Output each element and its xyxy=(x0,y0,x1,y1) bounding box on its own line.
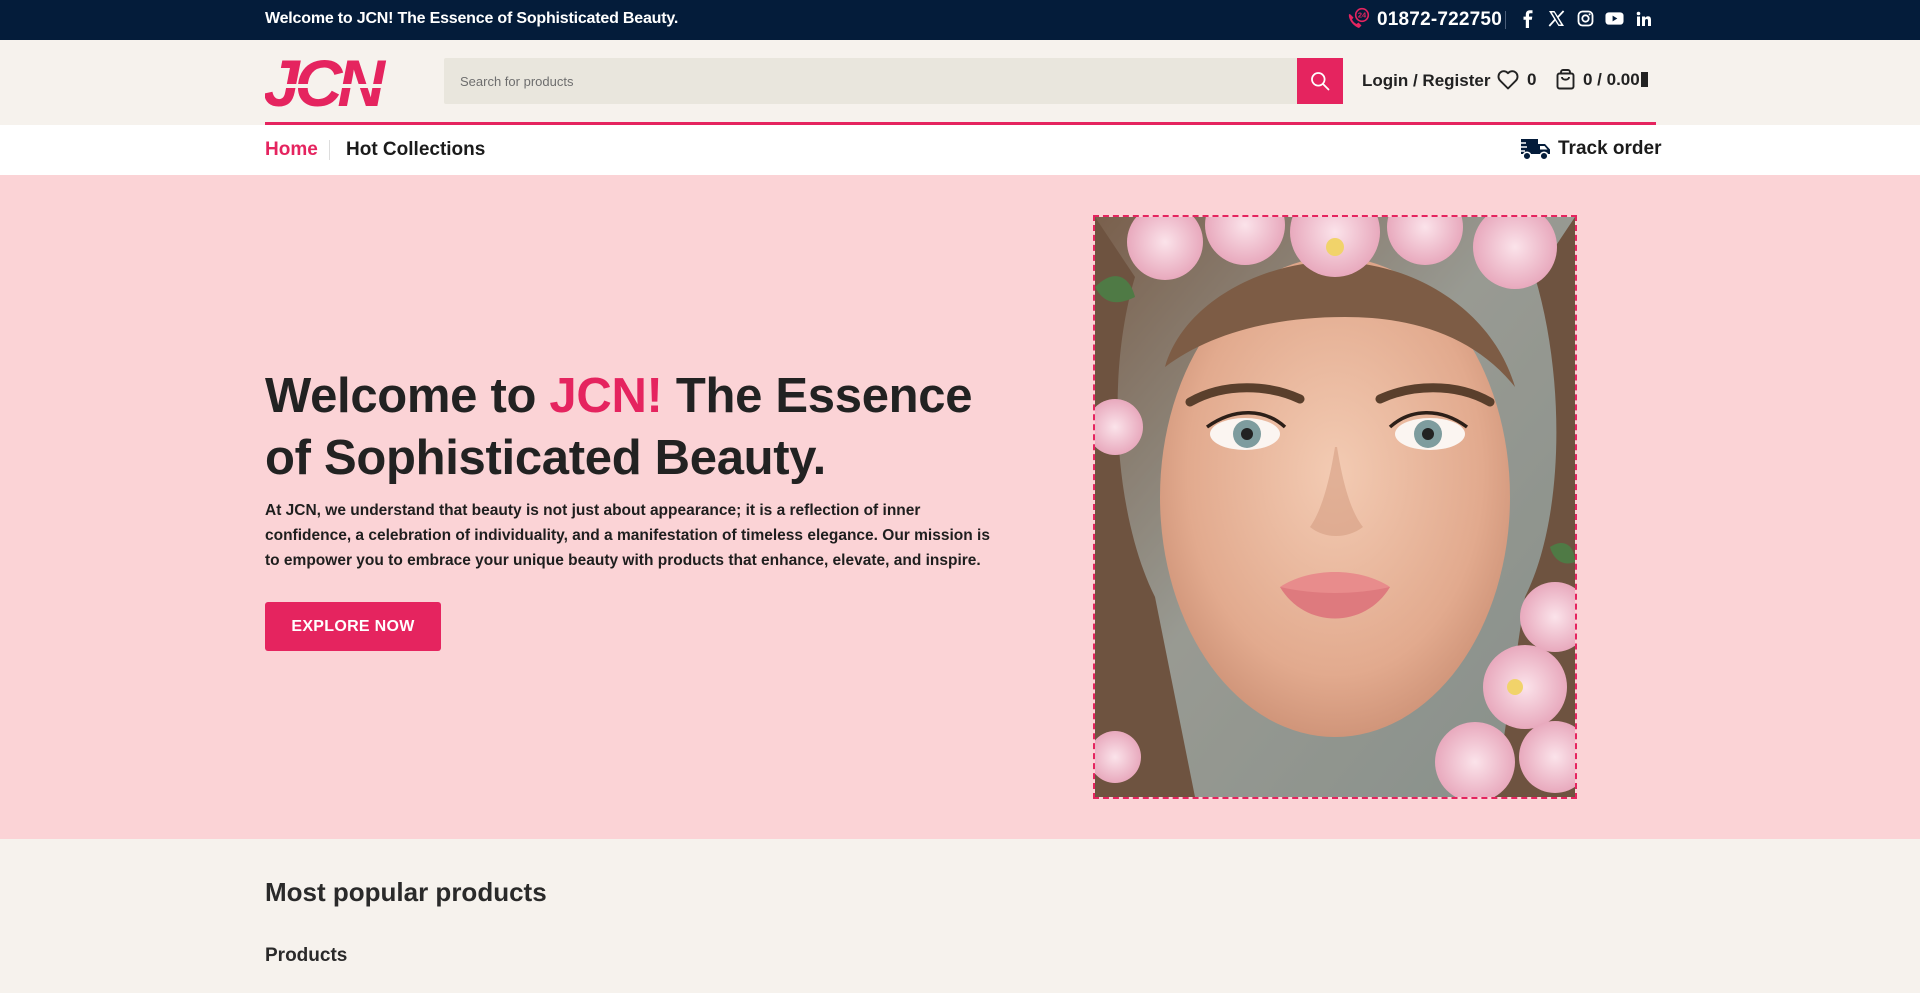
social-links xyxy=(1518,9,1653,28)
track-order-link[interactable]: Track order xyxy=(1518,136,1662,162)
hero-description: At JCN, we understand that beauty is not… xyxy=(265,502,990,569)
facebook-icon[interactable] xyxy=(1518,9,1537,28)
hero-banner: Welcome to JCN! The Essence of Sophistic… xyxy=(0,175,1920,839)
most-popular-heading: Most popular products xyxy=(265,877,547,907)
site-logo[interactable]: JCN xyxy=(265,54,427,110)
linkedin-icon[interactable] xyxy=(1634,9,1653,28)
svg-text:24: 24 xyxy=(1358,11,1367,20)
hero-title-brand: JCN! xyxy=(549,369,663,423)
phone-24-icon: 24 xyxy=(1348,7,1370,28)
search-icon xyxy=(1311,72,1330,91)
top-bar-divider xyxy=(1505,11,1506,29)
top-bar-welcome-text: Welcome to JCN! The Essence of Sophistic… xyxy=(265,10,679,27)
track-order-label: Track order xyxy=(1558,138,1662,159)
hero-model-image xyxy=(1093,215,1577,799)
cart-total: 0 / 0.00 xyxy=(1583,70,1648,90)
heart-icon xyxy=(1497,70,1519,90)
top-bar: Welcome to JCN! The Essence of Sophistic… xyxy=(0,0,1920,40)
search-bar xyxy=(444,58,1343,104)
wishlist-button[interactable]: 0 xyxy=(1497,70,1536,90)
delivery-truck-icon xyxy=(1518,139,1550,161)
x-icon[interactable] xyxy=(1547,9,1566,28)
wishlist-count: 0 xyxy=(1527,70,1537,89)
phone-contact[interactable]: 24 01872-722750 xyxy=(1344,7,1502,33)
main-nav: Home Hot Collections Track order xyxy=(0,125,1920,175)
search-button[interactable] xyxy=(1297,58,1343,104)
nav-item-hot-collections[interactable]: Hot Collections xyxy=(346,139,485,161)
search-input[interactable] xyxy=(444,58,1297,104)
login-register-link[interactable]: Login / Register xyxy=(1362,71,1490,91)
instagram-icon[interactable] xyxy=(1576,9,1595,28)
nav-divider xyxy=(329,140,330,160)
phone-number[interactable]: 01872-722750 xyxy=(1377,9,1502,31)
explore-now-button[interactable]: EXPLORE NOW xyxy=(265,602,441,651)
nav-item-home[interactable]: Home xyxy=(265,139,318,161)
hero-title: Welcome to JCN! The Essence of Sophistic… xyxy=(265,369,973,485)
youtube-icon[interactable] xyxy=(1605,9,1624,28)
cart-button[interactable]: 0 / 0.00 xyxy=(1556,69,1648,90)
main-header: JCN Login / Register 0 0 / 0.00 xyxy=(0,40,1920,125)
products-heading: Products xyxy=(265,945,348,966)
shopping-bag-icon xyxy=(1556,69,1575,90)
